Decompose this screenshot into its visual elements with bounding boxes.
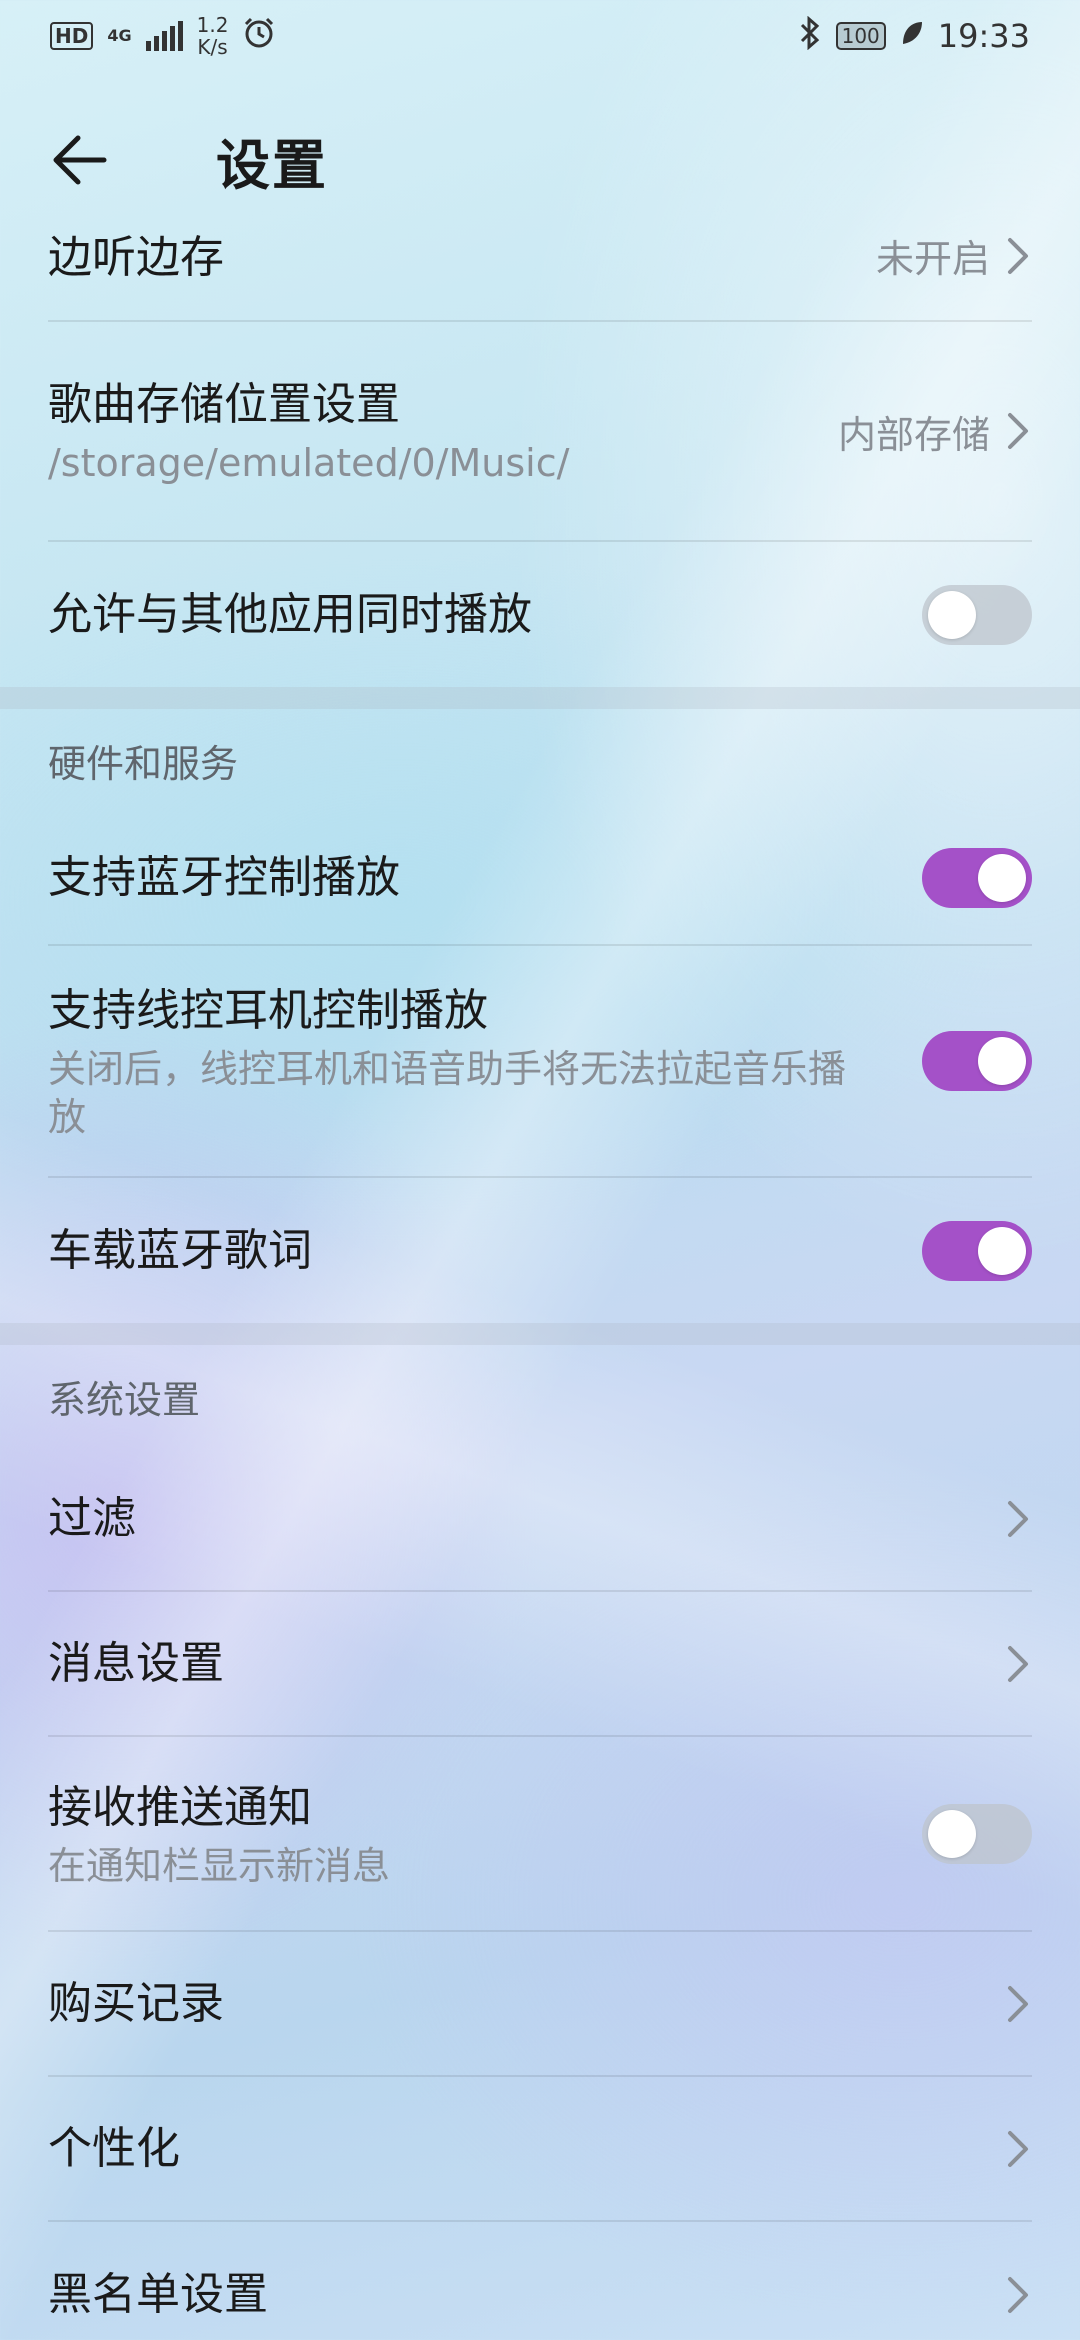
toggle-knob	[928, 590, 976, 639]
setting-title: 允许与其他应用同时播放	[48, 588, 532, 640]
setting-title: 支持蓝牙控制播放	[48, 851, 400, 903]
setting-title: 消息设置	[48, 1637, 224, 1689]
settings-list: 边听边存 未开启 歌曲存储位置设置 /storage/emulated/0/Mu…	[0, 220, 1080, 2340]
section-divider	[0, 687, 1080, 709]
signal-icon	[145, 21, 183, 51]
setting-simultaneous-play: 允许与其他应用同时播放	[48, 542, 1032, 687]
setting-title: 过滤	[48, 1492, 136, 1544]
setting-title: 歌曲存储位置设置	[48, 379, 400, 430]
leaf-icon	[900, 19, 924, 54]
back-button[interactable]	[50, 125, 120, 195]
alarm-icon	[242, 16, 276, 57]
network-speed: 1.2 K/s	[196, 13, 229, 59]
toggle-knob	[978, 853, 1026, 902]
setting-push-notifications: 接收推送通知 在通知栏显示新消息	[48, 1737, 1032, 1932]
wired-control-toggle[interactable]	[922, 1031, 1032, 1091]
setting-wired-control: 支持线控耳机控制播放 关闭后，线控耳机和语音助手将无法拉起音乐播放	[48, 946, 1032, 1178]
chevron-right-icon	[1008, 413, 1028, 449]
setting-subtitle: 在通知栏显示新消息	[48, 1843, 391, 1888]
status-bar: HD 4G 1.2 K/s 100 19:33	[0, 0, 1080, 72]
setting-title: 购买记录	[48, 1977, 224, 2029]
clock: 19:33	[937, 17, 1030, 55]
setting-value: 内部存储	[837, 412, 990, 457]
chevron-right-icon	[1008, 237, 1028, 274]
setting-title: 接收推送通知	[48, 1781, 312, 1833]
setting-subtitle: 关闭后，线控耳机和语音助手将无法拉起音乐播放	[48, 1047, 847, 1139]
setting-value: 未开启	[875, 237, 990, 281]
car-lyrics-toggle[interactable]	[922, 1220, 1032, 1281]
bluetooth-icon	[798, 15, 822, 57]
toggle-knob	[978, 1037, 1026, 1085]
bluetooth-control-toggle[interactable]	[922, 847, 1032, 908]
setting-filter[interactable]: 过滤	[48, 1447, 1032, 1592]
chevron-right-icon	[1008, 2276, 1028, 2313]
setting-subtitle: /storage/emulated/0/Music/	[48, 441, 570, 485]
setting-storage-location[interactable]: 歌曲存储位置设置 /storage/emulated/0/Music/ 内部存储	[48, 322, 1032, 542]
battery-indicator: 100	[835, 22, 886, 50]
setting-bluetooth-control: 支持蓝牙控制播放	[48, 811, 1032, 946]
chevron-right-icon	[1008, 1645, 1028, 1682]
toggle-knob	[928, 1809, 976, 1858]
simultaneous-play-toggle[interactable]	[922, 584, 1032, 645]
setting-title: 车载蓝牙歌词	[48, 1224, 312, 1276]
setting-title: 黑名单设置	[48, 2268, 268, 2320]
push-notifications-toggle[interactable]	[922, 1803, 1032, 1864]
app-bar: 设置	[0, 100, 1080, 220]
setting-title: 个性化	[48, 2122, 180, 2174]
section-title-hardware: 硬件和服务	[48, 741, 239, 786]
chevron-right-icon	[1008, 2130, 1028, 2167]
toggle-knob	[978, 1226, 1026, 1275]
arrow-left-icon	[53, 135, 107, 185]
section-divider	[0, 1323, 1080, 1345]
setting-blacklist[interactable]: 黑名单设置	[48, 2222, 1032, 2340]
setting-title: 支持线控耳机控制播放	[48, 985, 488, 1036]
section-title-system: 系统设置	[48, 1377, 201, 1422]
chevron-right-icon	[1008, 1985, 1028, 2022]
page-title: 设置	[216, 133, 328, 197]
setting-car-lyrics: 车载蓝牙歌词	[48, 1178, 1032, 1323]
chevron-right-icon	[1008, 1500, 1028, 1537]
setting-listen-cache[interactable]: 边听边存 未开启	[48, 220, 1032, 322]
setting-purchase-history[interactable]: 购买记录	[48, 1932, 1032, 2077]
hd-badge: HD	[50, 22, 94, 50]
network-type: 4G	[107, 26, 132, 45]
setting-title: 边听边存	[48, 232, 224, 283]
setting-personalize[interactable]: 个性化	[48, 2077, 1032, 2222]
setting-messages[interactable]: 消息设置	[48, 1592, 1032, 1737]
